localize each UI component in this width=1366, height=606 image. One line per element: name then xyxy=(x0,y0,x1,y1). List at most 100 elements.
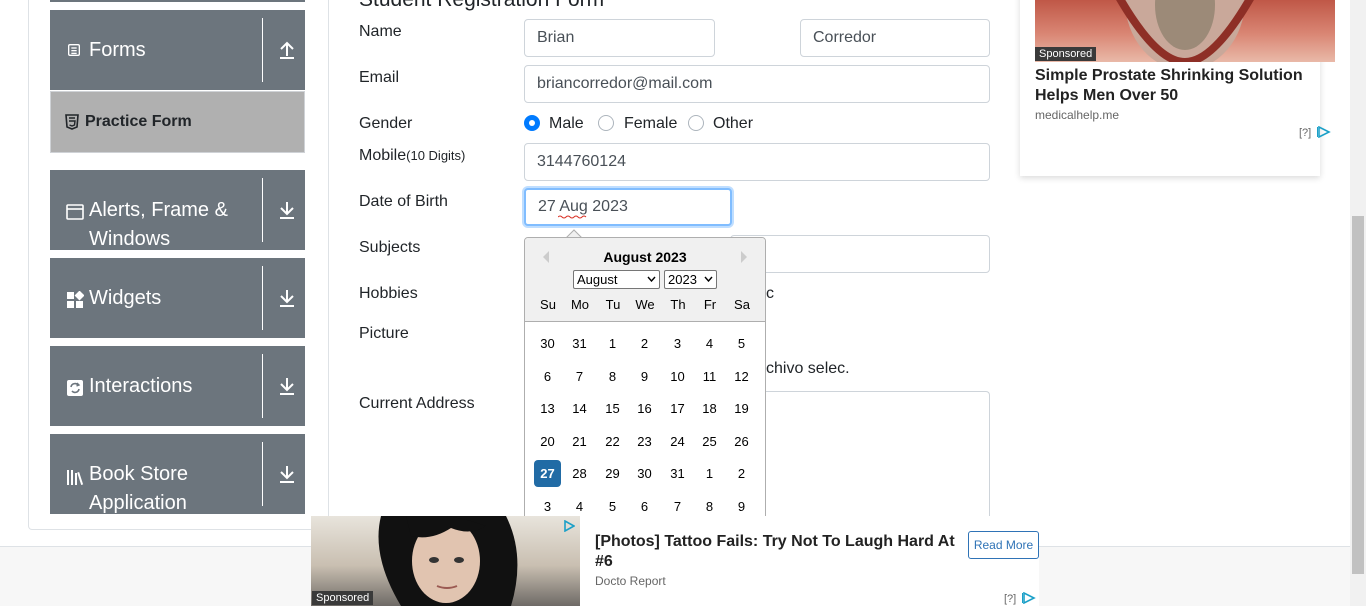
sidebar-group-alerts[interactable]: Alerts, Frame & Windows xyxy=(50,170,305,250)
gender-other-radio[interactable] xyxy=(688,115,704,131)
sponsored-badge: Sponsored xyxy=(312,591,374,605)
month-select[interactable]: August xyxy=(573,270,660,289)
current-address-textarea[interactable] xyxy=(730,391,990,517)
weekday-label: Th xyxy=(670,297,686,312)
next-month-icon[interactable] xyxy=(739,250,749,264)
calendar-day[interactable]: 31 xyxy=(664,460,691,487)
adchoices-icon[interactable] xyxy=(1022,592,1036,604)
calendar-day[interactable]: 28 xyxy=(566,460,593,487)
weekday-label: Fr xyxy=(703,297,717,312)
calendar-day[interactable]: 20 xyxy=(534,428,561,455)
sidebar-group-label: Alerts, Frame & Windows xyxy=(89,199,228,250)
dob-input[interactable]: 27 Aug 2023 xyxy=(524,188,732,226)
calendar-day[interactable]: 30 xyxy=(534,330,561,357)
calendar-day[interactable]: 13 xyxy=(534,395,561,422)
read-more-button[interactable]: Read More xyxy=(968,531,1039,559)
calendar-day[interactable]: 17 xyxy=(664,395,691,422)
calendar-day[interactable]: 6 xyxy=(534,363,561,390)
calendar-day[interactable]: 30 xyxy=(631,460,658,487)
mobile-input[interactable]: 3144760124 xyxy=(524,143,990,181)
calendar-day[interactable]: 1 xyxy=(696,460,723,487)
widgets-icon xyxy=(67,291,84,308)
calendar-day[interactable]: 19 xyxy=(728,395,755,422)
weekday-label: Mo xyxy=(570,297,590,312)
ad-info-link[interactable]: [?] xyxy=(1004,593,1016,605)
calendar-day[interactable]: 1 xyxy=(599,330,626,357)
download-arrow-icon xyxy=(280,290,294,307)
calendar-day[interactable]: 18 xyxy=(696,395,723,422)
hobbies-option-partial[interactable]: c xyxy=(766,285,774,303)
email-input[interactable]: briancorredor@mail.com xyxy=(524,65,990,103)
calendar-day[interactable]: 29 xyxy=(599,460,626,487)
adchoices-icon[interactable] xyxy=(1317,126,1331,138)
calendar-day[interactable]: 24 xyxy=(664,428,691,455)
selected-day[interactable]: 27 xyxy=(534,460,561,487)
sidebar-group-label: Book Store Application xyxy=(89,463,188,514)
ad-source[interactable]: Docto Report xyxy=(595,574,666,588)
calendar-day[interactable]: 22 xyxy=(599,428,626,455)
calendar-day[interactable]: 12 xyxy=(728,363,755,390)
sidebar-group-forms[interactable]: Forms xyxy=(50,10,305,90)
calendar-day[interactable]: 21 xyxy=(566,428,593,455)
subjects-label: Subjects xyxy=(359,239,421,256)
divider xyxy=(262,442,263,506)
calendar-day[interactable]: 2 xyxy=(728,460,755,487)
gender-female-label[interactable]: Female xyxy=(624,115,677,133)
ad-bottom[interactable]: Sponsored [Photos] Tattoo Fails: Try Not… xyxy=(311,516,1039,606)
calendar-day[interactable]: 14 xyxy=(566,395,593,422)
sponsored-badge: Sponsored xyxy=(1035,47,1097,61)
calendar-day[interactable]: 8 xyxy=(599,363,626,390)
books-icon xyxy=(67,470,84,485)
calendar-day[interactable]: 16 xyxy=(631,395,658,422)
calendar-day[interactable]: 4 xyxy=(696,330,723,357)
sidebar-item-practice-form[interactable]: Practice Form xyxy=(50,91,305,153)
document-icon xyxy=(68,44,80,56)
ad-info-link[interactable]: [?] xyxy=(1299,127,1311,139)
calendar-day[interactable]: 15 xyxy=(599,395,626,422)
gender-other-label[interactable]: Other xyxy=(713,115,753,133)
hobbies-label: Hobbies xyxy=(359,285,418,302)
year-select[interactable]: 2023 xyxy=(664,270,717,289)
name-label: Name xyxy=(359,23,402,40)
weekday-label: Tu xyxy=(605,297,621,312)
calendar-day[interactable]: 26 xyxy=(728,428,755,455)
sidebar-group-book-store[interactable]: Book Store Application xyxy=(50,434,305,514)
interactions-icon xyxy=(67,380,83,396)
ad-headline[interactable]: Simple Prostate Shrinking Solution Helps… xyxy=(1035,66,1325,106)
subjects-input[interactable] xyxy=(730,235,990,273)
download-arrow-icon xyxy=(280,202,294,219)
dob-label: Date of Birth xyxy=(359,193,448,210)
calendar-day[interactable]: 23 xyxy=(631,428,658,455)
calendar-day[interactable]: 3 xyxy=(664,330,691,357)
sidebar-group-widgets[interactable]: Widgets xyxy=(50,258,305,338)
divider xyxy=(262,354,263,418)
gender-male-radio[interactable] xyxy=(524,115,540,131)
calendar-day[interactable]: 25 xyxy=(696,428,723,455)
last-name-input[interactable]: Corredor xyxy=(800,19,990,57)
ad-headline[interactable]: [Photos] Tattoo Fails: Try Not To Laugh … xyxy=(595,532,955,572)
gender-male-label[interactable]: Male xyxy=(549,115,584,133)
ad-right[interactable]: Sponsored Simple Prostate Shrinking Solu… xyxy=(1020,0,1335,176)
file-status-text: chivo selec. xyxy=(766,360,850,377)
sidebar-group-label: Interactions xyxy=(89,375,193,397)
sidebar-top-edge xyxy=(50,0,305,2)
calendar-day[interactable]: 9 xyxy=(631,363,658,390)
ad-source[interactable]: medicalhelp.me xyxy=(1035,108,1119,122)
calendar-day[interactable]: 2 xyxy=(631,330,658,357)
calendar-day[interactable]: 7 xyxy=(566,363,593,390)
gender-female-radio[interactable] xyxy=(598,115,614,131)
chevron-down-icon xyxy=(704,276,713,282)
scrollbar-thumb[interactable] xyxy=(1352,216,1364,574)
calendar-day[interactable]: 5 xyxy=(728,330,755,357)
chevron-down-icon xyxy=(647,276,656,282)
first-name-input[interactable]: Brian xyxy=(524,19,715,57)
download-arrow-icon xyxy=(280,378,294,395)
weekday-label: Sa xyxy=(734,297,750,312)
window-icon xyxy=(66,204,84,220)
sidebar-group-interactions[interactable]: Interactions xyxy=(50,346,305,426)
calendar-day[interactable]: 31 xyxy=(566,330,593,357)
datepicker-header: August 2023 August 2023 Su Mo Tu We Th Fr Sa xyxy=(525,238,765,322)
adchoices-icon[interactable] xyxy=(563,520,575,532)
calendar-day[interactable]: 10 xyxy=(664,363,691,390)
calendar-day[interactable]: 11 xyxy=(696,363,723,390)
